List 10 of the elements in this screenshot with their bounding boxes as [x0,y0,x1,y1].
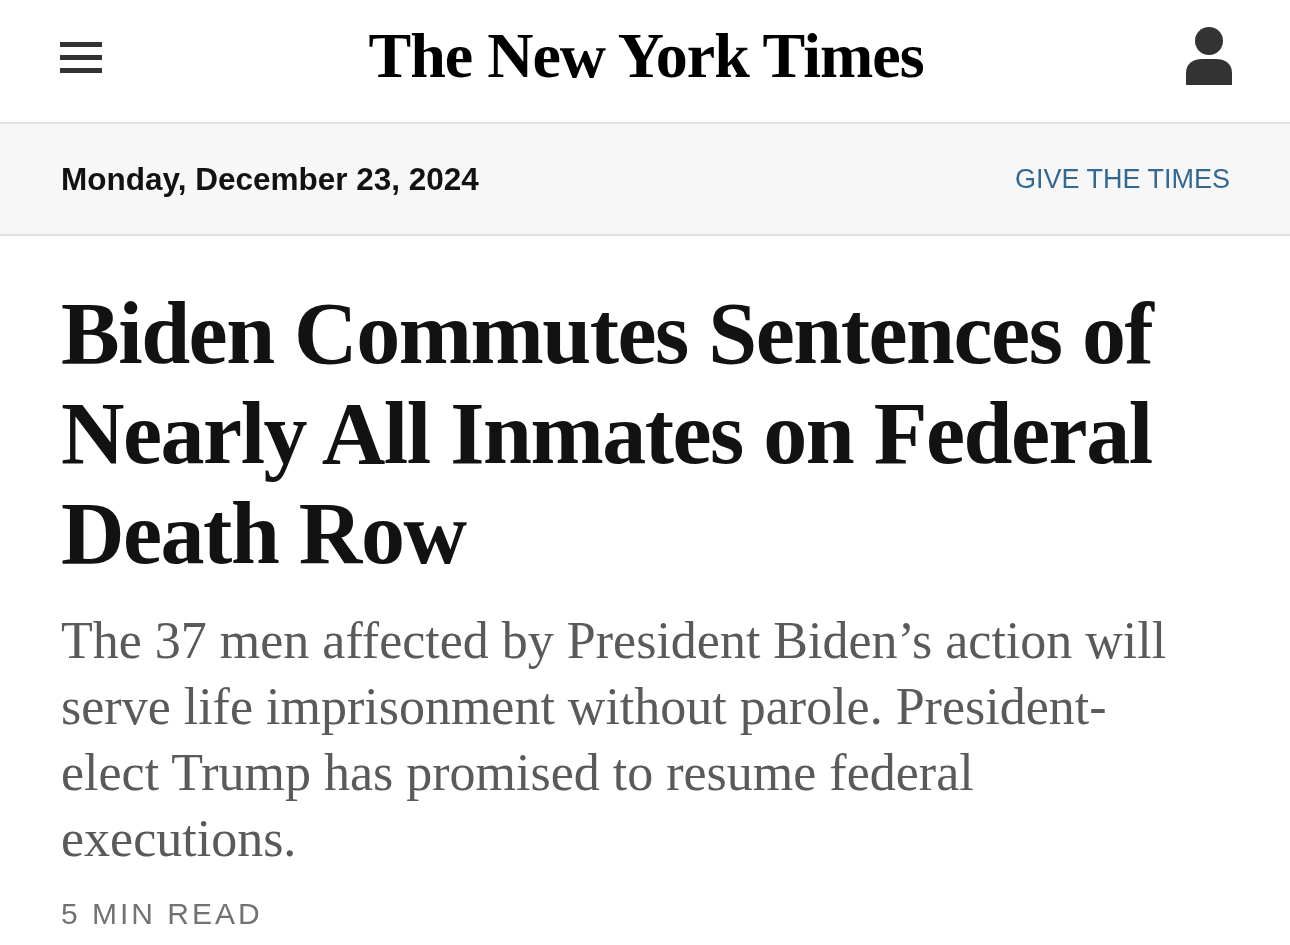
read-time: 5 MIN READ [61,896,263,932]
date-text: Monday, December 23, 2024 [61,160,479,198]
article-headline: Biden Commutes Sentences of Nearly All Inmates on Federal Death Row [61,284,1155,584]
site-logo[interactable]: The New York Times [368,24,924,88]
article-summary: The 37 men affected by President Biden’s action will serve life imprisonment without parole. President-elect Trump has promised to resume federal executions. [61,611,1168,869]
menu-icon [60,42,102,74]
person-icon [1186,27,1232,85]
give-the-times-link[interactable]: GIVE THE TIMES [1014,163,1230,195]
menu-button[interactable] [60,42,102,74]
account-button[interactable] [1186,27,1232,85]
